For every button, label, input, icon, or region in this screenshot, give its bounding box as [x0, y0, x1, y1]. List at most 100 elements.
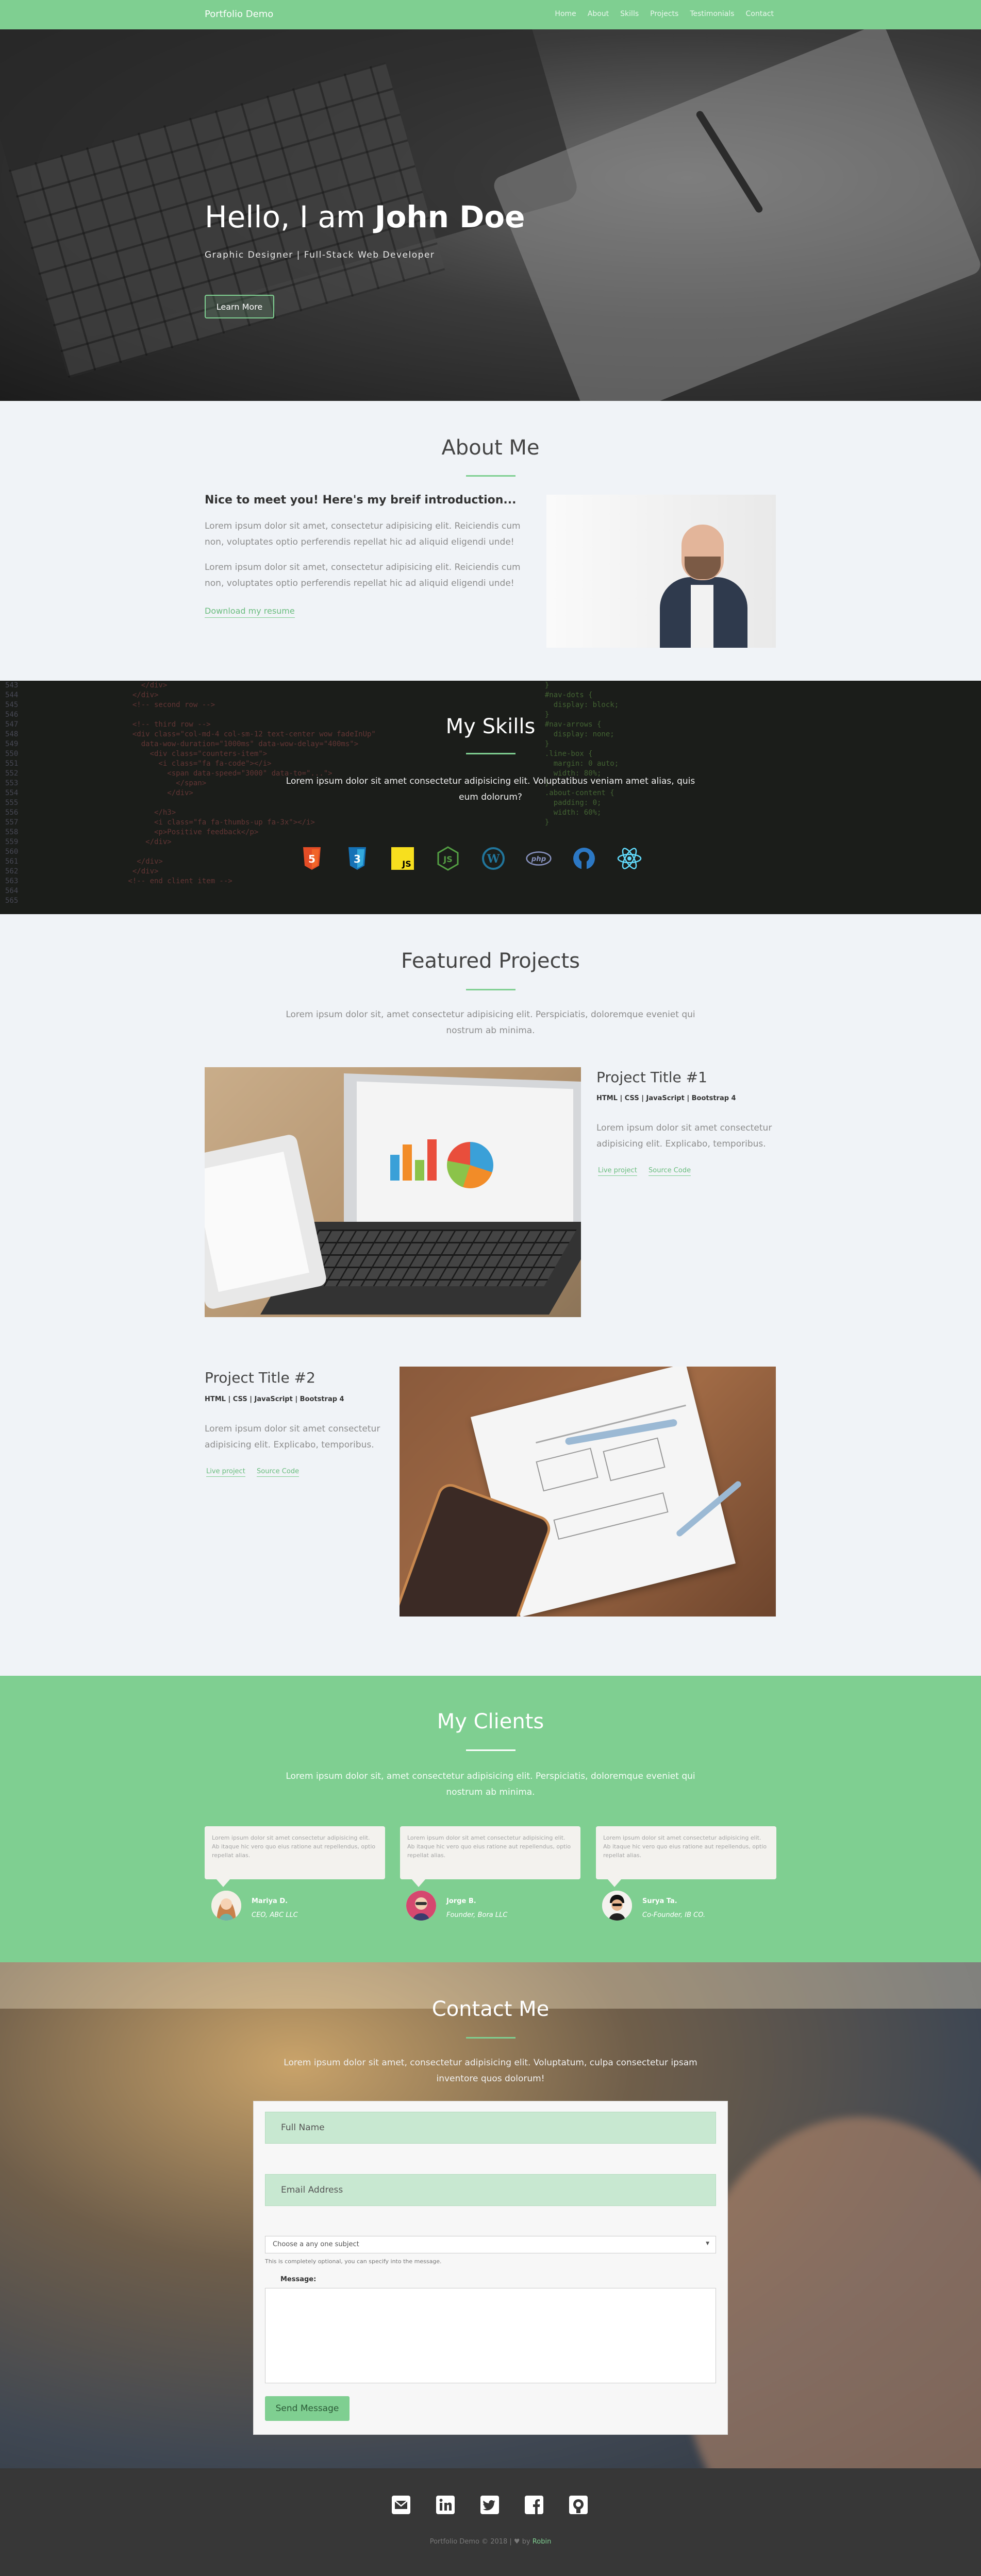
- nav-link-projects[interactable]: Projects: [650, 10, 678, 18]
- nodejs-icon: JS: [435, 846, 461, 871]
- html5-icon: 5: [299, 846, 325, 871]
- navbar: Portfolio Demo Home About Skills Project…: [0, 0, 981, 29]
- github-icon[interactable]: [568, 2494, 589, 2516]
- message-textarea[interactable]: [265, 2288, 716, 2383]
- hero-subtitle: Graphic Designer | Full-Stack Web Develo…: [205, 250, 435, 260]
- contact-description: Lorem ipsum dolor sit amet, consectetur …: [284, 2058, 697, 2084]
- css3-icon: 3: [344, 846, 370, 871]
- client-role-3: Co-Founder, IB CO.: [642, 1911, 706, 1919]
- footer: Portfolio Demo © 2018 | ♥ by Robin: [0, 2468, 981, 2576]
- javascript-icon-label: JS: [402, 859, 411, 869]
- project-2-image: [400, 1367, 776, 1617]
- chevron-down-icon: ▼: [706, 2241, 709, 2246]
- github-icon: [571, 846, 597, 871]
- author-link[interactable]: Robin: [533, 2538, 552, 2546]
- send-message-button[interactable]: Send Message: [265, 2396, 350, 2421]
- nav-links: Home About Skills Projects Testimonials …: [555, 10, 774, 18]
- clients-divider: [466, 1749, 516, 1751]
- wordpress-icon: W: [480, 846, 506, 871]
- subject-select-value: Choose a any one subject: [273, 2241, 359, 2248]
- projects-title: Featured Projects: [401, 949, 580, 973]
- testimonial-card-3: Lorem ipsum dolor sit amet consectetur a…: [596, 1826, 776, 1887]
- profile-photo: [546, 495, 776, 648]
- hero-notebook-image: [491, 29, 981, 401]
- contact-divider: [466, 2037, 516, 2039]
- client-role-1: CEO, ABC LLC: [252, 1911, 298, 1919]
- about-title: About Me: [441, 436, 540, 460]
- heart-icon: ♥: [513, 2538, 520, 2546]
- copyright: Portfolio Demo © 2018 | ♥ by Robin: [0, 2538, 981, 2546]
- client-name-3: Surya Ta.: [642, 1897, 677, 1905]
- project-2-tech: HTML | CSS | JavaScript | Bootstrap 4: [205, 1395, 344, 1403]
- skills-description: Lorem ipsum dolor sit amet consectetur a…: [286, 776, 695, 802]
- full-name-field[interactable]: Full Name: [265, 2112, 716, 2144]
- nav-link-skills[interactable]: Skills: [620, 10, 639, 18]
- projects-section: Featured Projects Lorem ipsum dolor sit,…: [0, 914, 981, 1676]
- project-1-title: Project Title #1: [596, 1069, 707, 1086]
- svg-text:5: 5: [308, 853, 315, 865]
- copyright-by: by: [520, 2538, 533, 2546]
- nav-link-contact[interactable]: Contact: [746, 10, 774, 18]
- skills-section: 543 544 545 546 547 548 549 550 551 552 …: [0, 681, 981, 914]
- php-icon-label: php: [531, 855, 546, 863]
- avatar-2: [405, 1889, 438, 1922]
- react-icon: [617, 846, 642, 871]
- project-2-live-link[interactable]: Live project: [206, 1468, 245, 1477]
- client-role-2: Founder, Bora LLC: [446, 1911, 508, 1919]
- contact-title: Contact Me: [431, 1997, 550, 2021]
- subject-hint: This is completely optional, you can spe…: [265, 2258, 442, 2265]
- twitter-icon[interactable]: [479, 2494, 501, 2516]
- client-name-2: Jorge B.: [446, 1897, 476, 1905]
- about-paragraph-2: Lorem ipsum dolor sit amet, consectetur …: [205, 562, 521, 588]
- email-icon[interactable]: [390, 2494, 412, 2516]
- nav-link-about[interactable]: About: [588, 10, 609, 18]
- testimonial-card-2: Lorem ipsum dolor sit amet consectetur a…: [400, 1826, 580, 1887]
- about-paragraph-1: Lorem ipsum dolor sit amet, consectetur …: [205, 521, 521, 547]
- facebook-icon[interactable]: [523, 2494, 545, 2516]
- about-heading: Nice to meet you! Here's my breif introd…: [205, 494, 517, 507]
- hero-greeting: Hello, I am: [205, 199, 375, 234]
- project-1-source-link[interactable]: Source Code: [649, 1167, 691, 1176]
- linkedin-icon[interactable]: [435, 2494, 456, 2516]
- download-resume-link[interactable]: Download my resume: [205, 606, 295, 618]
- svg-text:3: 3: [354, 853, 361, 865]
- email-field[interactable]: Email Address: [265, 2174, 716, 2206]
- project-1-tech: HTML | CSS | JavaScript | Bootstrap 4: [596, 1095, 736, 1102]
- svg-text:W: W: [487, 852, 500, 866]
- nav-link-home[interactable]: Home: [555, 10, 576, 18]
- project-1-image: [205, 1067, 581, 1317]
- brand-logo[interactable]: Portfolio Demo: [205, 9, 273, 20]
- avatar-3: [601, 1889, 634, 1922]
- projects-description: Lorem ipsum dolor sit, amet consectetur …: [286, 1009, 695, 1036]
- hero-section: Hello, I am John Doe Graphic Designer | …: [0, 29, 981, 401]
- hero-title: Hello, I am John Doe: [205, 199, 525, 234]
- nav-link-testimonials[interactable]: Testimonials: [690, 10, 734, 18]
- avatar-1: [210, 1889, 243, 1922]
- about-divider: [466, 475, 516, 477]
- learn-more-button[interactable]: Learn More: [205, 295, 274, 318]
- clients-section: My Clients Lorem ipsum dolor sit, amet c…: [0, 1676, 981, 1962]
- php-icon: php: [526, 846, 552, 871]
- project-2-title: Project Title #2: [205, 1369, 315, 1386]
- project-1-live-link[interactable]: Live project: [598, 1167, 637, 1176]
- contact-form: Full Name Email Address Choose a any one…: [253, 2101, 728, 2435]
- subject-select[interactable]: Choose a any one subject ▼: [265, 2236, 716, 2253]
- testimonial-card-1: Lorem ipsum dolor sit amet consectetur a…: [205, 1826, 385, 1887]
- contact-section: Contact Me Lorem ipsum dolor sit amet, c…: [0, 1962, 981, 2468]
- svg-text:JS: JS: [443, 854, 452, 864]
- projects-divider: [466, 989, 516, 990]
- message-label: Message:: [280, 2276, 317, 2283]
- about-section: About Me Nice to meet you! Here's my bre…: [0, 401, 981, 681]
- project-2-source-link[interactable]: Source Code: [257, 1468, 300, 1477]
- copyright-text: Portfolio Demo © 2018 |: [429, 2538, 514, 2546]
- skills-title: My Skills: [445, 715, 536, 738]
- skills-divider: [466, 753, 516, 754]
- javascript-icon: JS: [390, 846, 415, 871]
- clients-description: Lorem ipsum dolor sit, amet consectetur …: [286, 1771, 695, 1797]
- project-2-description: Lorem ipsum dolor sit amet consectetur a…: [205, 1424, 380, 1450]
- social-links: [390, 2494, 589, 2516]
- client-name-1: Mariya D.: [252, 1897, 288, 1905]
- hero-name: John Doe: [374, 199, 525, 234]
- skill-icons: 5 3 JS JS W php: [299, 846, 642, 871]
- clients-title: My Clients: [437, 1710, 544, 1733]
